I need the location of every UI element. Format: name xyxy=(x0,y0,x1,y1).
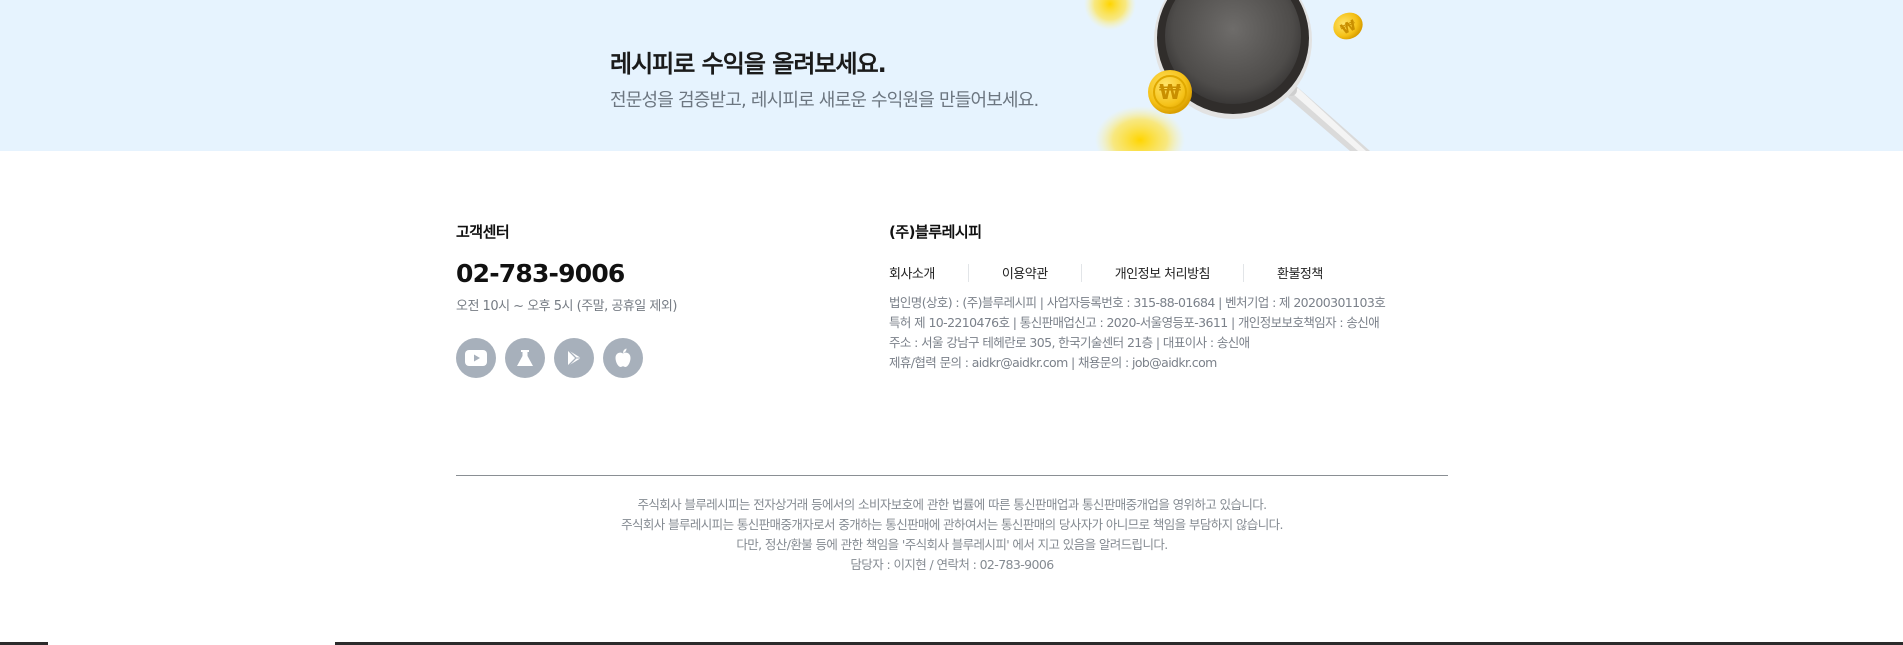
site-footer: 고객센터 02-783-9006 오전 10시 ~ 오후 5시 (주말, 공휴일… xyxy=(0,151,1903,645)
link-divider xyxy=(1080,263,1082,282)
flask-icon xyxy=(517,350,533,366)
footer-divider xyxy=(456,475,1448,476)
social-links xyxy=(456,338,643,378)
disclaimer-line: 주식회사 블루레시피는 통신판매중개자로서 중개하는 통신판매에 관하여서는 통… xyxy=(621,517,1283,532)
youtube-icon xyxy=(465,350,487,366)
link-about[interactable]: 회사소개 xyxy=(889,263,935,282)
banner-title: 레시피로 수익을 올려보세요. xyxy=(610,50,887,78)
frying-pan-illustration: ₩ ₩ xyxy=(1084,0,1370,151)
link-terms[interactable]: 이용약관 xyxy=(1002,263,1048,282)
company-info-line: 법인명(상호) : (주)블루레시피 | 사업자등록번호 : 315-88-01… xyxy=(889,295,1386,310)
footer-links: 회사소개 이용약관 개인정보 처리방침 환불정책 xyxy=(889,263,1323,282)
apple-icon xyxy=(615,348,631,367)
customer-center-phone: 02-783-9006 xyxy=(456,259,625,288)
link-divider xyxy=(967,263,969,282)
youtube-button[interactable] xyxy=(456,338,496,378)
legal-disclaimer: 주식회사 블루레시피는 전자상거래 등에서의 소비자보호에 관한 법률에 따른 … xyxy=(456,495,1448,575)
link-privacy[interactable]: 개인정보 처리방침 xyxy=(1115,263,1211,282)
link-divider xyxy=(1243,263,1244,282)
company-title: (주)블루레시피 xyxy=(889,223,982,241)
google-play-button[interactable] xyxy=(554,338,594,378)
company-info-line: 주소 : 서울 강남구 테헤란로 305, 한국기술센터 21층 | 대표이사 … xyxy=(889,335,1250,350)
disclaimer-line: 주식회사 블루레시피는 전자상거래 등에서의 소비자보호에 관한 법률에 따른 … xyxy=(637,497,1267,512)
disclaimer-line: 다만, 정산/환불 등에 관한 책임을 '주식회사 블루레시피' 에서 지고 있… xyxy=(736,537,1168,552)
company-info-line: 제휴/협력 문의 : aidkr@aidkr.com | 채용문의 : job@… xyxy=(889,355,1217,370)
apple-button[interactable] xyxy=(603,338,643,378)
customer-center-title: 고객센터 xyxy=(456,223,510,241)
google-play-icon xyxy=(567,349,581,367)
banner-subtitle: 전문성을 검증받고, 레시피로 새로운 수익원을 만들어보세요. xyxy=(610,90,1039,111)
company-info: 법인명(상호) : (주)블루레시피 | 사업자등록번호 : 315-88-01… xyxy=(889,293,1386,373)
flask-button[interactable] xyxy=(505,338,545,378)
customer-center-hours: 오전 10시 ~ 오후 5시 (주말, 공휴일 제외) xyxy=(456,299,677,314)
disclaimer-line: 담당자 : 이지현 / 연락처 : 02-783-9006 xyxy=(850,557,1054,572)
promo-banner: 레시피로 수익을 올려보세요. 전문성을 검증받고, 레시피로 새로운 수익원을… xyxy=(0,0,1903,151)
svg-text:₩: ₩ xyxy=(1159,80,1181,104)
company-info-line: 특허 제 10-2210476호 | 통신판매업신고 : 2020-서울영등포-… xyxy=(889,315,1380,330)
link-refund[interactable]: 환불정책 xyxy=(1277,263,1323,282)
